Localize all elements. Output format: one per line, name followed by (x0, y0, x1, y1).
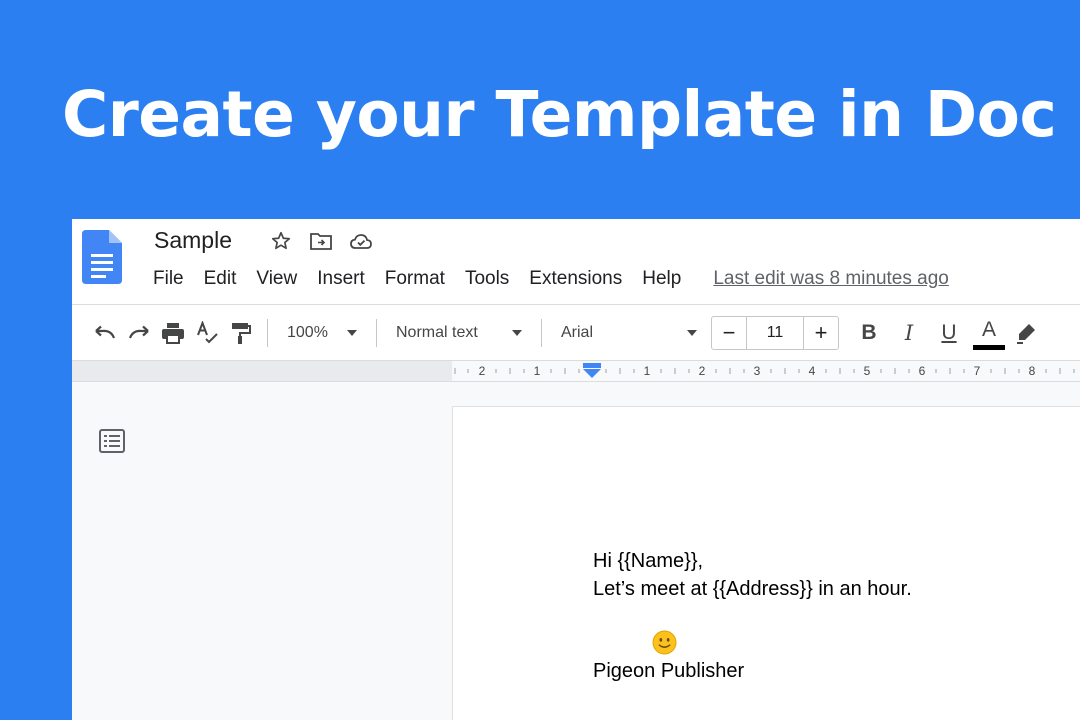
ruler-label: 1 (534, 364, 541, 378)
menu-file[interactable]: File (153, 268, 184, 290)
meeting-line: Let’s meet at {{Address}} in an hour. (593, 578, 912, 600)
ruler-label: 7 (974, 364, 981, 378)
toolbar-divider (376, 318, 377, 347)
headline: Create your Template in Doc (62, 78, 1057, 151)
zoom-value: 100% (287, 323, 328, 341)
title-actions (268, 228, 374, 254)
ruler-label: 6 (919, 364, 926, 378)
highlight-pen-icon[interactable] (1009, 316, 1043, 350)
document-canvas: Hi {{Name}}, Let’s meet at {{Address}} i… (72, 382, 1080, 720)
chevron-down-icon (687, 329, 697, 336)
ruler-label: 2 (479, 364, 486, 378)
menu-edit[interactable]: Edit (204, 268, 237, 290)
indent-marker[interactable] (583, 363, 601, 378)
zoom-select[interactable]: 100% (277, 316, 367, 350)
move-to-folder-icon[interactable] (308, 228, 334, 254)
menu-view[interactable]: View (256, 268, 297, 290)
ruler-label: 3 (754, 364, 761, 378)
ruler: 2 1 1 2 3 4 5 6 7 8 (72, 360, 1080, 382)
text-color-label: A (981, 317, 996, 341)
google-docs-icon[interactable] (82, 230, 122, 284)
font-value: Arial (561, 323, 594, 341)
toolbar-divider (541, 318, 542, 347)
cloud-saved-icon[interactable] (348, 228, 374, 254)
underline-button[interactable]: U (929, 321, 969, 345)
signature-line: Pigeon Publisher (593, 660, 745, 682)
paint-format-icon[interactable] (224, 316, 258, 350)
ruler-label: 2 (699, 364, 706, 378)
undo-icon[interactable] (88, 316, 122, 350)
document-outline-icon[interactable] (98, 428, 126, 454)
font-select[interactable]: Arial (551, 316, 707, 350)
print-icon[interactable] (156, 316, 190, 350)
menu-tools[interactable]: Tools (465, 268, 509, 290)
ruler-ticks: 2 1 1 2 3 4 5 6 7 8 (454, 363, 1075, 378)
paragraph-style-value: Normal text (396, 323, 478, 341)
italic-button[interactable]: I (889, 321, 929, 345)
ruler-label: 4 (809, 364, 816, 378)
slightly-smiling-face-emoji (652, 630, 677, 655)
decrease-font-size-button[interactable]: − (712, 317, 746, 349)
font-size-control: − 11 + (711, 315, 839, 350)
text-color-button[interactable]: A (969, 317, 1009, 350)
menu-extensions[interactable]: Extensions (529, 268, 622, 290)
paragraph-style-select[interactable]: Normal text (386, 316, 532, 350)
chevron-down-icon (347, 329, 357, 336)
toolbar: 100% Normal text Arial − 11 + B I U A (72, 304, 1080, 360)
ruler-label: 5 (864, 364, 871, 378)
ruler-label: 1 (644, 364, 651, 378)
menu-help[interactable]: Help (642, 268, 681, 290)
spellcheck-icon[interactable] (190, 316, 224, 350)
menu-bar: File Edit View Insert Format Tools Exten… (153, 268, 949, 290)
font-size-input[interactable]: 11 (746, 316, 804, 349)
toolbar-divider (267, 318, 268, 347)
google-docs-window: Sample File Edit View Insert Format Tool… (72, 219, 1080, 720)
star-icon[interactable] (268, 228, 294, 254)
text-color-swatch (973, 344, 1005, 350)
menu-insert[interactable]: Insert (317, 268, 365, 290)
document-body[interactable]: Hi {{Name}}, Let’s meet at {{Address}} i… (593, 547, 912, 603)
increase-font-size-button[interactable]: + (804, 317, 838, 349)
redo-icon[interactable] (122, 316, 156, 350)
last-edit-link[interactable]: Last edit was 8 minutes ago (713, 268, 949, 290)
ruler-label: 8 (1029, 364, 1036, 378)
bold-button[interactable]: B (849, 321, 889, 345)
chevron-down-icon (512, 329, 522, 336)
document-page[interactable]: Hi {{Name}}, Let’s meet at {{Address}} i… (452, 406, 1080, 720)
document-title[interactable]: Sample (154, 227, 232, 254)
menu-format[interactable]: Format (385, 268, 445, 290)
greeting-line: Hi {{Name}}, (593, 550, 704, 572)
